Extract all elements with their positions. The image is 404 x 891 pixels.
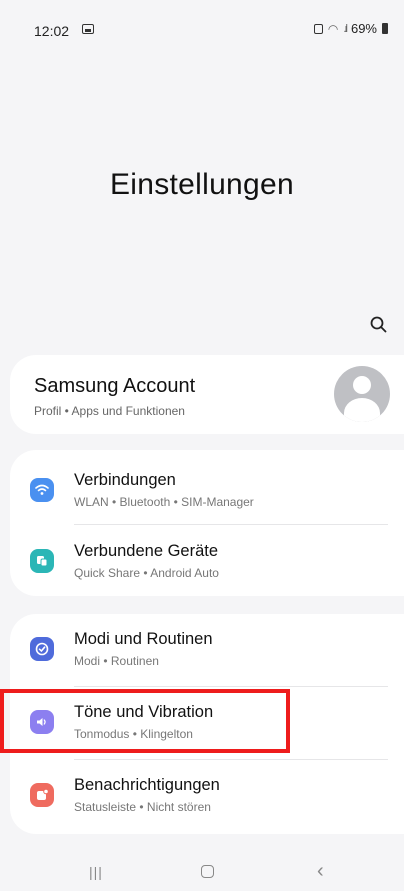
lock-icon	[313, 23, 323, 34]
settings-item-benachrichtigungen[interactable]: Benachrichtigungen Statusleiste • Nicht …	[10, 760, 404, 830]
home-button[interactable]	[201, 865, 214, 878]
item-subtitle: WLAN • Bluetooth • SIM-Manager	[74, 495, 254, 509]
settings-item-modi-und-routinen[interactable]: Modi und Routinen Modi • Routinen	[10, 614, 404, 684]
navigation-bar: ||| ‹	[0, 850, 404, 891]
item-title: Benachrichtigungen	[74, 776, 220, 794]
back-button[interactable]: ‹	[317, 860, 324, 883]
check-circle-icon	[30, 637, 54, 661]
status-time: 12:02	[34, 23, 70, 39]
item-title: Verbindungen	[74, 471, 176, 489]
page-title: Einstellungen	[109, 168, 295, 201]
item-title: Modi und Routinen	[74, 630, 213, 648]
battery-percent: 69%	[350, 21, 377, 36]
battery-icon	[382, 23, 388, 34]
item-title: Verbundene Geräte	[74, 542, 219, 560]
wifi-icon	[30, 478, 54, 502]
settings-item-verbindungen[interactable]: Verbindungen WLAN • Bluetooth • SIM-Mana…	[10, 455, 404, 525]
signal-icon: .ıl	[343, 22, 347, 35]
account-title: Samsung Account	[34, 375, 196, 397]
account-subtitle: Profil • Apps und Funktionen	[34, 404, 185, 418]
avatar-head-shape	[353, 376, 371, 394]
item-subtitle: Quick Share • Android Auto	[74, 566, 219, 580]
item-subtitle: Statusleiste • Nicht stören	[74, 800, 211, 814]
status-bar: 12:02 ◠ .ıl 69%	[0, 0, 404, 60]
item-subtitle: Modi • Routinen	[74, 654, 159, 668]
avatar-body-shape	[344, 398, 380, 422]
search-icon	[370, 316, 387, 333]
settings-group-connections: Verbindungen WLAN • Bluetooth • SIM-Mana…	[10, 450, 404, 596]
divider	[74, 524, 388, 525]
avatar	[334, 366, 390, 422]
settings-item-verbundene-geraete[interactable]: Verbundene Geräte Quick Share • Android …	[10, 526, 404, 596]
status-indicators: ◠ .ıl 69%	[313, 21, 388, 36]
samsung-account-card[interactable]: Samsung Account Profil • Apps und Funkti…	[10, 355, 404, 434]
notification-icon	[30, 783, 54, 807]
wifi-status-icon: ◠	[327, 21, 339, 36]
highlight-annotation	[0, 689, 290, 753]
recents-button[interactable]: |||	[89, 864, 103, 880]
image-notification-icon	[82, 24, 94, 34]
search-button[interactable]	[368, 314, 390, 336]
devices-icon	[30, 549, 54, 573]
